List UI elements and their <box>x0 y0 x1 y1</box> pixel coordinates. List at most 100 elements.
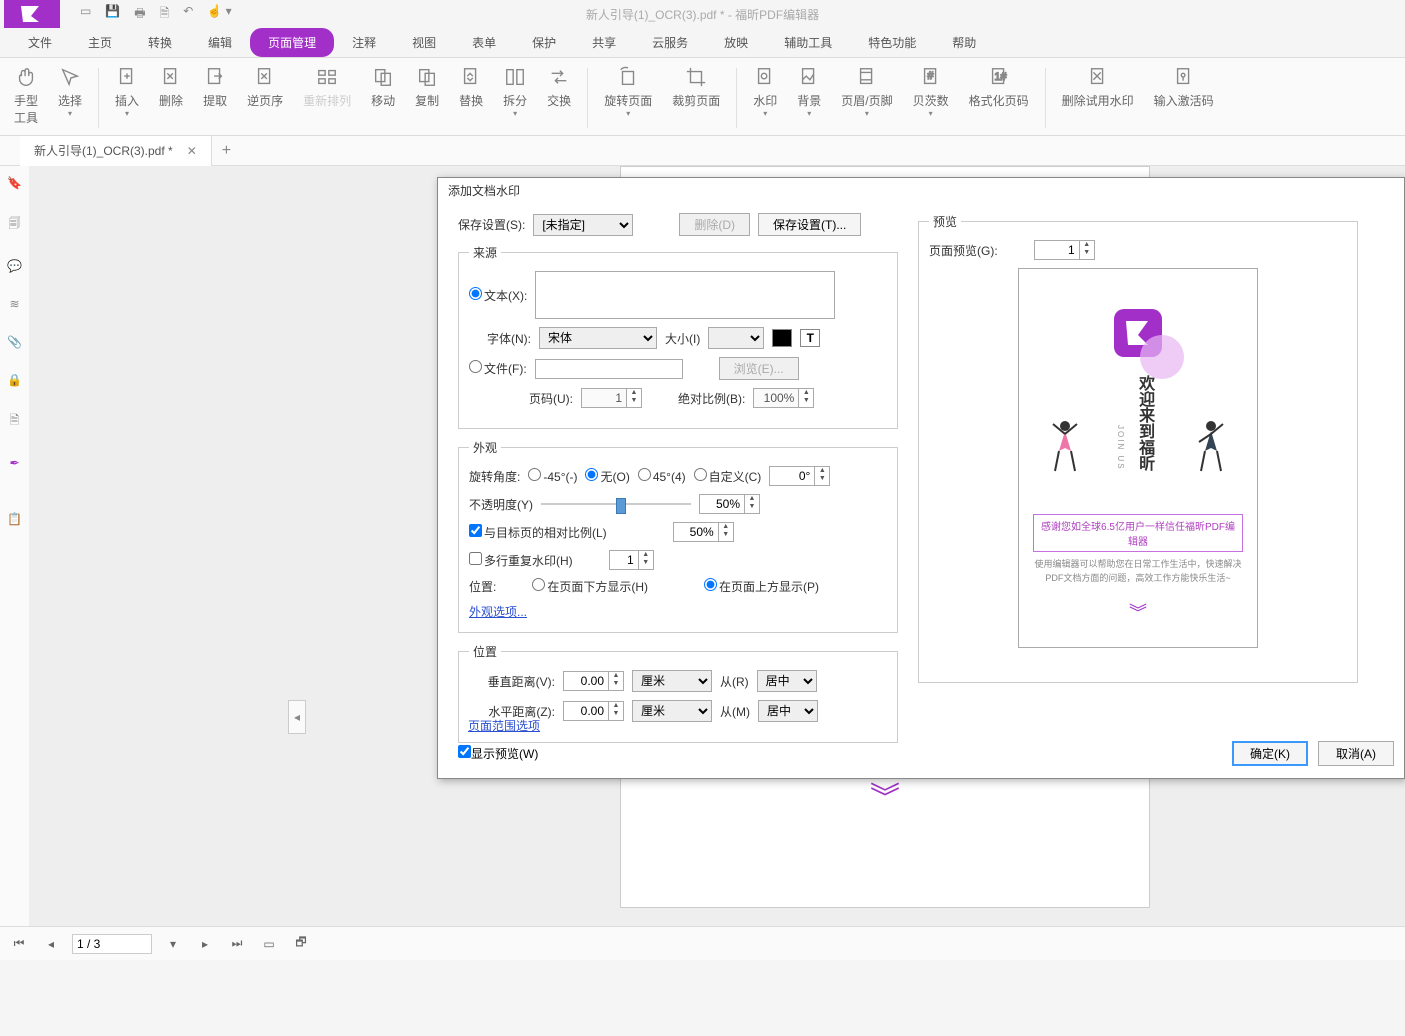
ribbon-delete[interactable]: 删除 <box>149 64 193 111</box>
menu-file[interactable]: 文件 <box>10 28 70 57</box>
multiline-checkbox[interactable] <box>469 552 482 565</box>
color-swatch[interactable] <box>772 329 792 347</box>
ribbon-select[interactable]: 选择▾ <box>48 64 92 120</box>
appearance-options-link[interactable]: 外观选项... <box>469 605 527 619</box>
vdist-unit-select[interactable]: 厘米 <box>632 670 712 692</box>
ribbon-watermark[interactable]: 水印▾ <box>743 64 787 120</box>
watermark-text-input[interactable] <box>535 271 835 319</box>
vdist-from-select[interactable]: 居中 <box>757 670 817 692</box>
ribbon-split[interactable]: 拆分▾ <box>493 64 537 120</box>
show-preview-checkbox[interactable] <box>458 745 471 758</box>
ribbon-move[interactable]: 移动 <box>361 64 405 111</box>
text-style-button[interactable]: T <box>800 329 820 347</box>
hdist-unit-select[interactable]: 厘米 <box>632 700 712 722</box>
page-number-input[interactable] <box>72 934 152 954</box>
menu-special[interactable]: 特色功能 <box>850 28 934 57</box>
comments-icon[interactable]: 💬 <box>7 259 22 273</box>
hdist-from-select[interactable]: 居中 <box>758 700 818 722</box>
undo-icon[interactable]: ↶ <box>183 4 193 25</box>
ribbon-rotate[interactable]: 旋转页面▾ <box>594 64 662 120</box>
pages-icon[interactable]: 🗐 <box>9 214 21 235</box>
page-icon[interactable]: 🗎 <box>160 4 170 25</box>
open-icon[interactable]: ▭ <box>80 4 91 25</box>
ribbon-extract[interactable]: 提取 <box>193 64 237 111</box>
rotate-custom-input[interactable]: ▲▼ <box>769 466 830 486</box>
menu-edit[interactable]: 编辑 <box>190 28 250 57</box>
ribbon-hand[interactable]: 手型 工具 <box>4 64 48 128</box>
preview-page-input[interactable]: ▲▼ <box>1034 240 1095 260</box>
scale-input[interactable]: ▲▼ <box>753 388 814 408</box>
above-page-radio[interactable] <box>704 578 717 591</box>
below-page-radio[interactable] <box>532 578 545 591</box>
close-icon[interactable]: ✕ <box>187 144 197 158</box>
next-page-button[interactable]: ▸ <box>194 933 216 955</box>
touch-icon[interactable]: ☝ ▾ <box>207 4 231 25</box>
attachments-icon[interactable]: 📎 <box>7 335 22 349</box>
save-settings-select[interactable]: [未指定] <box>533 214 633 236</box>
show-preview-checkbox-label[interactable]: 显示预览(W) <box>458 745 538 762</box>
print-icon[interactable]: 🖶 <box>134 4 145 25</box>
first-page-button[interactable]: ⏮ <box>8 933 30 955</box>
menu-share[interactable]: 共享 <box>574 28 634 57</box>
ribbon-remove-trial[interactable]: 删除试用水印 <box>1052 64 1144 111</box>
menu-convert[interactable]: 转换 <box>130 28 190 57</box>
save-settings-button[interactable]: 保存设置(T)... <box>758 213 861 236</box>
ribbon-header-footer[interactable]: 页眉/页脚▾ <box>831 64 902 120</box>
ribbon-copy[interactable]: 复制 <box>405 64 449 111</box>
menu-annotate[interactable]: 注释 <box>334 28 394 57</box>
ribbon-format-page[interactable]: 1#格式化页码 <box>959 64 1039 111</box>
file-path-input[interactable] <box>535 359 683 379</box>
security-icon[interactable]: 🔒 <box>7 373 22 387</box>
menu-help[interactable]: 帮助 <box>934 28 994 57</box>
text-radio-label[interactable]: 文本(X): <box>469 287 527 304</box>
rotate-custom-radio[interactable] <box>694 468 707 481</box>
fields-icon[interactable]: 🗎 <box>10 411 20 432</box>
view-mode-icon[interactable]: ▭ <box>258 933 280 955</box>
menu-view[interactable]: 视图 <box>394 28 454 57</box>
ribbon-replace[interactable]: 替换 <box>449 64 493 111</box>
relative-scale-checkbox[interactable] <box>469 524 482 537</box>
font-select[interactable]: 宋体 <box>539 327 657 349</box>
rotate-none-radio[interactable] <box>585 468 598 481</box>
hdist-input[interactable]: ▲▼ <box>563 701 624 721</box>
menu-home[interactable]: 主页 <box>70 28 130 57</box>
menu-present[interactable]: 放映 <box>706 28 766 57</box>
last-page-button[interactable]: ⏭ <box>226 933 248 955</box>
layers-icon[interactable]: ≋ <box>9 297 19 311</box>
multiline-input[interactable]: ▲▼ <box>609 550 654 570</box>
opacity-input[interactable]: ▲▼ <box>699 494 760 514</box>
signature-icon[interactable]: ✒ <box>9 456 19 470</box>
file-radio-label[interactable]: 文件(F): <box>469 360 527 377</box>
vdist-input[interactable]: ▲▼ <box>563 671 624 691</box>
ribbon-crop[interactable]: 裁剪页面 <box>662 64 730 111</box>
ribbon-reverse[interactable]: 逆页序 <box>237 64 293 111</box>
add-tab-button[interactable]: + <box>222 142 231 160</box>
save-icon[interactable]: 💾 <box>105 4 120 25</box>
menu-aux[interactable]: 辅助工具 <box>766 28 850 57</box>
page-range-link[interactable]: 页面范围选项 <box>468 717 540 734</box>
page-dropdown-button[interactable]: ▾ <box>162 933 184 955</box>
ribbon-swap[interactable]: 交换 <box>537 64 581 111</box>
ribbon-activate[interactable]: 输入激活码 <box>1144 64 1224 111</box>
ok-button[interactable]: 确定(K) <box>1232 741 1308 766</box>
ribbon-bates[interactable]: #贝茨数▾ <box>903 64 959 120</box>
bookmark-icon[interactable]: 🔖 <box>7 176 22 190</box>
prev-page-button[interactable]: ◂ <box>40 933 62 955</box>
clipboard-icon[interactable]: 📋 <box>7 512 22 526</box>
menu-page-manage[interactable]: 页面管理 <box>250 28 334 57</box>
menu-cloud[interactable]: 云服务 <box>634 28 706 57</box>
cancel-button[interactable]: 取消(A) <box>1318 741 1394 766</box>
menu-protect[interactable]: 保护 <box>514 28 574 57</box>
text-radio[interactable] <box>469 287 482 300</box>
pageno-input[interactable]: ▲▼ <box>581 388 642 408</box>
file-radio[interactable] <box>469 360 482 373</box>
view-mode-icon-2[interactable]: 🗗 <box>290 933 312 955</box>
size-select[interactable] <box>708 327 764 349</box>
ribbon-insert[interactable]: 插入▾ <box>105 64 149 120</box>
rotate-neg45-radio[interactable] <box>528 468 541 481</box>
panel-collapse-button[interactable]: ◂ <box>288 700 306 734</box>
relative-scale-input[interactable]: ▲▼ <box>673 522 734 542</box>
opacity-slider[interactable] <box>541 496 691 512</box>
rotate-45-radio[interactable] <box>638 468 651 481</box>
document-tab[interactable]: 新人引导(1)_OCR(3).pdf * ✕ <box>20 136 212 166</box>
